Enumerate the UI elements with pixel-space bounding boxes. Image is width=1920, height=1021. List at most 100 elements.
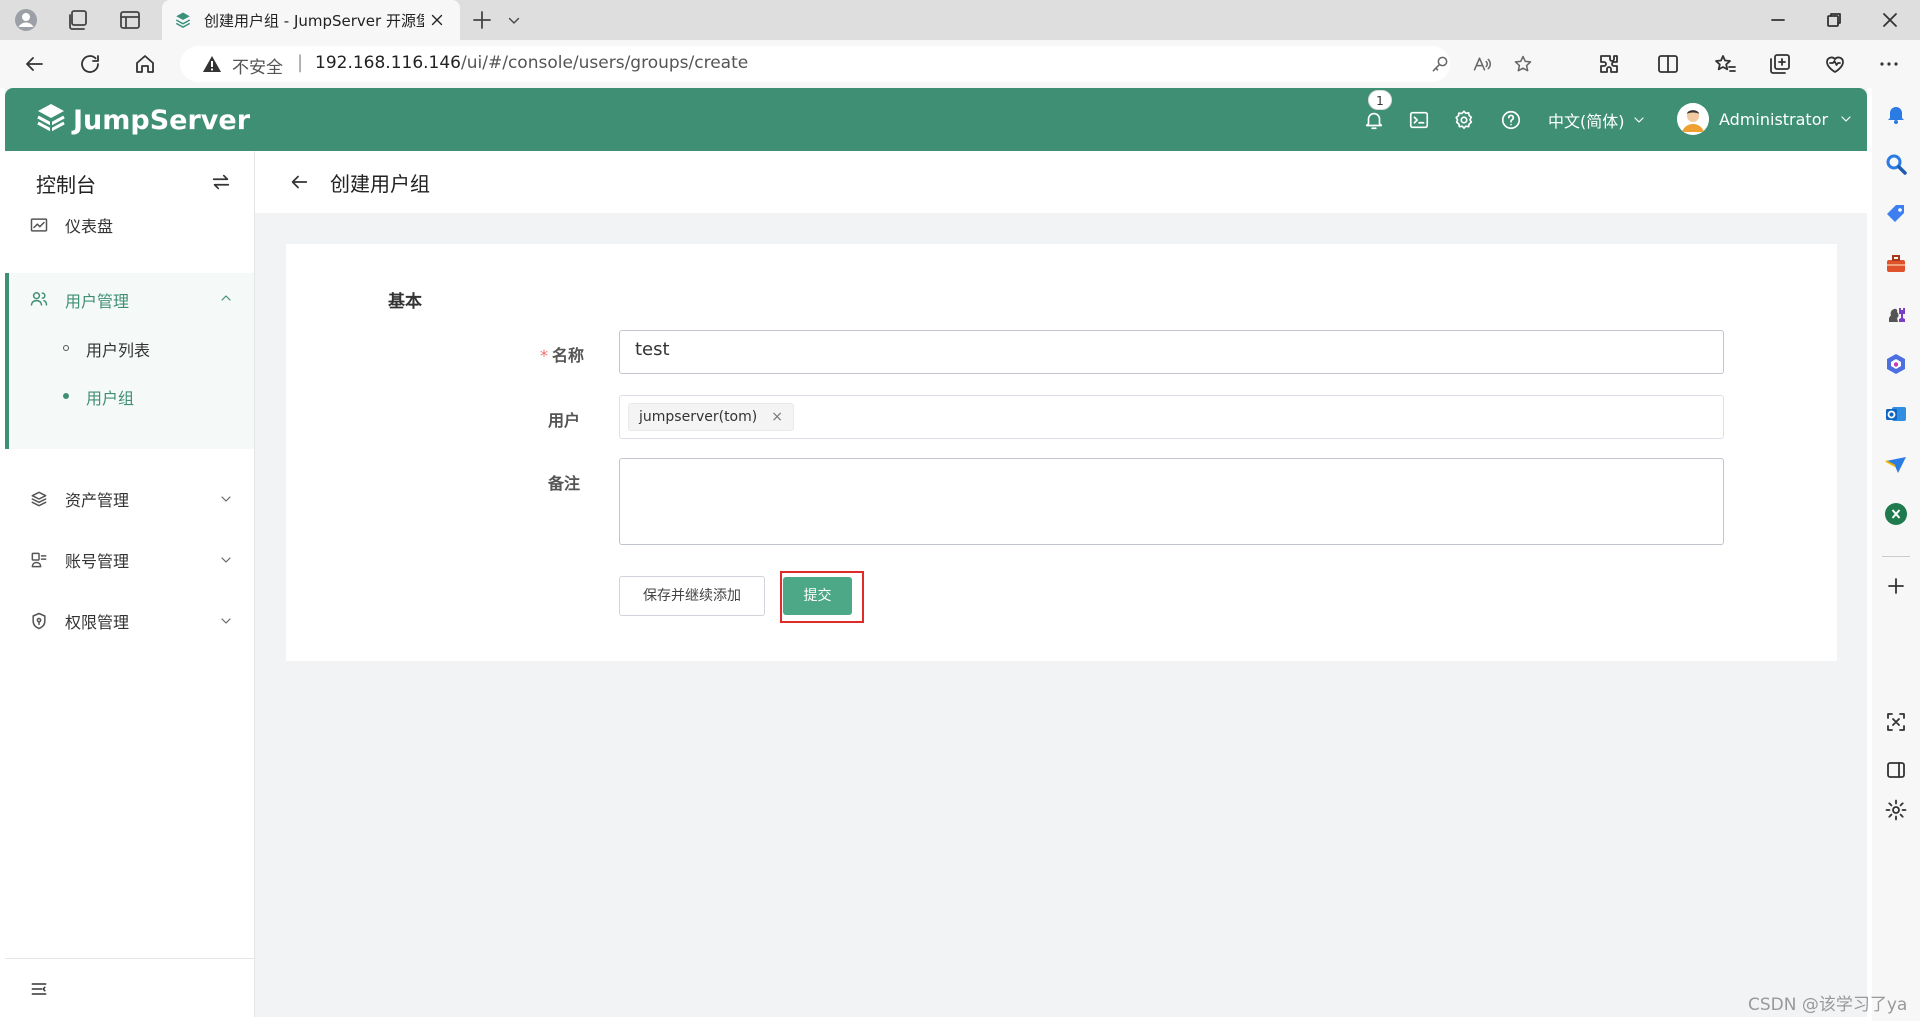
home-icon[interactable] <box>133 52 157 76</box>
tools-briefcase-icon[interactable] <box>1884 252 1908 276</box>
microsoft-365-icon[interactable] <box>1884 352 1908 376</box>
assets-icon <box>29 489 49 509</box>
users-icon <box>29 289 49 309</box>
remark-textarea[interactable] <box>619 458 1724 545</box>
collections-icon[interactable] <box>1768 52 1792 76</box>
jumpserver-app: JumpServer 1 中文(简体) Administrator 控制台 仪表… <box>5 88 1867 1017</box>
collapse-sidebar-icon[interactable] <box>29 979 49 999</box>
chevron-down-icon <box>1633 117 1644 123</box>
tab-actions-icon[interactable] <box>118 8 142 32</box>
chevron-down-icon <box>218 491 234 507</box>
help-icon[interactable] <box>1500 109 1522 131</box>
save-and-continue-button[interactable]: 保存并继续添加 <box>619 576 765 616</box>
close-tab-icon[interactable] <box>428 11 446 29</box>
screenshot-icon[interactable] <box>1884 710 1908 734</box>
web-terminal-icon[interactable] <box>1408 109 1430 131</box>
remark-label: 备注 <box>548 474 581 493</box>
user-menu[interactable]: Administrator <box>1677 103 1854 135</box>
users-select[interactable]: jumpserver(tom) × <box>619 395 1724 439</box>
dashboard-icon <box>29 215 49 235</box>
browser-toolbar: 不安全 | 192.168.116.146/ui/#/console/users… <box>0 40 1920 88</box>
sidebar-item-label: 账号管理 <box>65 552 130 571</box>
selected-user-label: jumpserver(tom) <box>639 409 758 425</box>
sidebar-subitem-user-groups[interactable]: 用户组 <box>9 373 254 419</box>
split-screen-icon[interactable] <box>1656 52 1680 76</box>
switch-view-icon[interactable] <box>210 171 232 193</box>
sidebar: 控制台 仪表盘 用户管理 用户列表 用户组 资产管理 账号管理 权限管理 <box>5 151 255 1017</box>
add-sidebar-app-icon[interactable] <box>1884 574 1908 598</box>
sidebar-group-users: 用户管理 用户列表 用户组 <box>5 273 254 449</box>
sidebar-item-dashboard[interactable]: 仪表盘 <box>5 201 254 249</box>
bullet-icon <box>63 393 69 399</box>
notification-bell-icon[interactable] <box>1884 102 1908 126</box>
sidebar-item-user-management[interactable]: 用户管理 <box>9 273 254 325</box>
read-aloud-icon[interactable] <box>1472 54 1492 74</box>
chevron-up-icon <box>218 290 234 306</box>
settings-gear-icon[interactable] <box>1453 109 1475 131</box>
favorites-icon[interactable] <box>1713 52 1737 76</box>
name-input[interactable]: test <box>619 330 1724 374</box>
sidebar-settings-icon[interactable] <box>1884 798 1908 822</box>
submit-button[interactable]: 提交 <box>783 577 852 615</box>
language-label: 中文(简体) <box>1548 112 1625 131</box>
key-icon[interactable] <box>1430 54 1450 74</box>
window-close-icon[interactable] <box>1880 10 1900 30</box>
refresh-icon[interactable] <box>78 52 102 76</box>
permissions-icon <box>29 611 49 631</box>
jumpserver-logo[interactable]: JumpServer <box>35 102 250 138</box>
security-label[interactable]: 不安全 <box>232 53 283 78</box>
notification-count-badge: 1 <box>1368 90 1392 110</box>
excel-app-icon[interactable] <box>1884 502 1908 526</box>
name-label-text: 名称 <box>552 346 585 365</box>
url-text[interactable]: 192.168.116.146/ui/#/console/users/group… <box>315 53 748 73</box>
chevron-down-icon <box>1841 116 1851 122</box>
page-header: 创建用户组 <box>255 151 1867 213</box>
url-separator: | <box>297 52 304 73</box>
back-arrow-icon[interactable] <box>22 52 46 76</box>
profile-icon[interactable] <box>14 8 38 32</box>
extensions-icon[interactable] <box>1597 52 1621 76</box>
remove-tag-icon[interactable]: × <box>771 404 783 430</box>
hide-sidebar-icon[interactable] <box>1884 758 1908 782</box>
outlook-icon[interactable] <box>1884 402 1908 426</box>
warning-icon[interactable] <box>202 55 222 73</box>
bullet-icon <box>63 345 69 351</box>
browser-essentials-icon[interactable] <box>1823 52 1847 76</box>
name-label: * 名称 <box>540 342 584 366</box>
url-path: /ui/#/console/users/groups/create <box>461 53 749 73</box>
search-icon[interactable] <box>1884 152 1908 176</box>
shopping-tag-icon[interactable] <box>1884 202 1908 226</box>
browser-tab-bar: 创建用户组 - JumpServer 开源堡 <box>0 0 1920 40</box>
sidebar-title: 控制台 <box>36 173 96 197</box>
section-title: 基本 <box>388 292 422 312</box>
edge-sidebar <box>1872 88 1920 1021</box>
users-label: 用户 <box>548 411 581 430</box>
tab-list-chevron-icon[interactable] <box>505 8 523 32</box>
back-arrow-icon[interactable] <box>288 171 310 193</box>
sidebar-subitem-user-list[interactable]: 用户列表 <box>9 325 254 371</box>
sidebar-item-permissions[interactable]: 权限管理 <box>5 597 254 645</box>
send-drop-icon[interactable] <box>1884 452 1908 476</box>
sidebar-item-assets[interactable]: 资产管理 <box>5 475 254 523</box>
favorite-star-icon[interactable] <box>1513 54 1533 74</box>
brand-name: JumpServer <box>73 104 251 136</box>
chevron-down-icon <box>218 613 234 629</box>
sidebar-subitem-label: 用户组 <box>86 389 135 408</box>
notification-bell-icon[interactable] <box>1363 109 1385 131</box>
games-icon[interactable] <box>1884 302 1908 326</box>
workspaces-icon[interactable] <box>66 8 90 32</box>
avatar <box>1677 103 1709 135</box>
sidebar-item-accounts[interactable]: 账号管理 <box>5 536 254 584</box>
page-title: 创建用户组 <box>330 172 430 196</box>
new-tab-icon[interactable] <box>470 8 494 32</box>
app-header: JumpServer 1 中文(简体) Administrator <box>5 88 1867 151</box>
tab-title: 创建用户组 - JumpServer 开源堡 <box>204 11 424 30</box>
browser-tab-active[interactable]: 创建用户组 - JumpServer 开源堡 <box>162 0 460 40</box>
address-bar[interactable]: 不安全 | 192.168.116.146/ui/#/console/users… <box>180 46 1532 82</box>
sidebar-divider <box>5 958 254 959</box>
minimize-icon[interactable] <box>1768 10 1788 30</box>
more-options-icon[interactable] <box>1877 52 1901 76</box>
language-selector[interactable]: 中文(简体) <box>1548 108 1647 132</box>
restore-icon[interactable] <box>1824 10 1844 30</box>
edge-sidebar-divider <box>1882 556 1910 557</box>
